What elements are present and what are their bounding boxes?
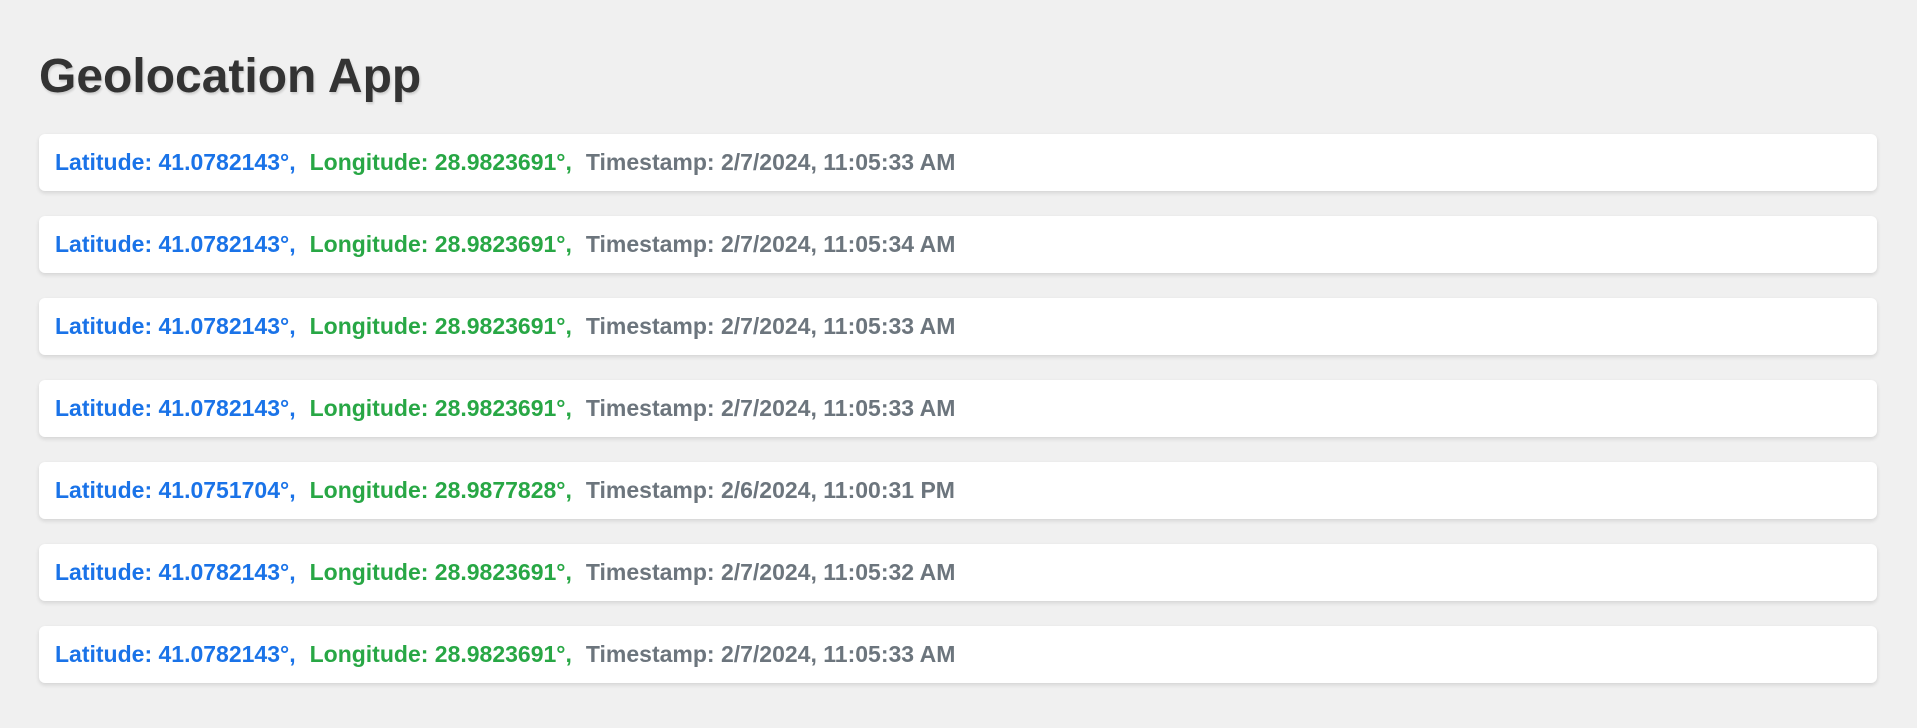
timestamp-value: Timestamp: 2/7/2024, 11:05:33 AM [585, 313, 956, 339]
timestamp-value: Timestamp: 2/7/2024, 11:05:33 AM [585, 395, 956, 421]
latitude-value: Latitude: 41.0782143°, [55, 231, 296, 257]
location-entry: Latitude: 41.0782143°, Longitude: 28.982… [39, 380, 1877, 437]
longitude-value: Longitude: 28.9823691°, [309, 559, 572, 585]
latitude-value: Latitude: 41.0782143°, [55, 641, 296, 667]
latitude-value: Latitude: 41.0782143°, [55, 395, 296, 421]
page: Geolocation App Latitude: 41.0782143°, L… [0, 0, 1917, 683]
timestamp-value: Timestamp: 2/7/2024, 11:05:34 AM [585, 231, 956, 257]
timestamp-value: Timestamp: 2/7/2024, 11:05:32 AM [585, 559, 956, 585]
latitude-value: Latitude: 41.0782143°, [55, 149, 296, 175]
page-title: Geolocation App [39, 50, 422, 103]
latitude-value: Latitude: 41.0751704°, [55, 477, 296, 503]
longitude-value: Longitude: 28.9877828°, [309, 477, 572, 503]
longitude-value: Longitude: 28.9823691°, [309, 641, 572, 667]
latitude-value: Latitude: 41.0782143°, [55, 313, 296, 339]
longitude-value: Longitude: 28.9823691°, [309, 313, 572, 339]
timestamp-value: Timestamp: 2/7/2024, 11:05:33 AM [585, 641, 956, 667]
location-entry: Latitude: 41.0782143°, Longitude: 28.982… [39, 216, 1877, 273]
timestamp-value: Timestamp: 2/7/2024, 11:05:33 AM [585, 149, 956, 175]
location-entry: Latitude: 41.0751704°, Longitude: 28.987… [39, 462, 1877, 519]
latitude-value: Latitude: 41.0782143°, [55, 559, 296, 585]
longitude-value: Longitude: 28.9823691°, [309, 149, 572, 175]
timestamp-value: Timestamp: 2/6/2024, 11:00:31 PM [585, 477, 955, 503]
location-entry: Latitude: 41.0782143°, Longitude: 28.982… [39, 626, 1877, 683]
location-entry: Latitude: 41.0782143°, Longitude: 28.982… [39, 544, 1877, 601]
location-list: Latitude: 41.0782143°, Longitude: 28.982… [39, 134, 1877, 683]
location-entry: Latitude: 41.0782143°, Longitude: 28.982… [39, 134, 1877, 191]
longitude-value: Longitude: 28.9823691°, [309, 395, 572, 421]
longitude-value: Longitude: 28.9823691°, [309, 231, 572, 257]
location-entry: Latitude: 41.0782143°, Longitude: 28.982… [39, 298, 1877, 355]
